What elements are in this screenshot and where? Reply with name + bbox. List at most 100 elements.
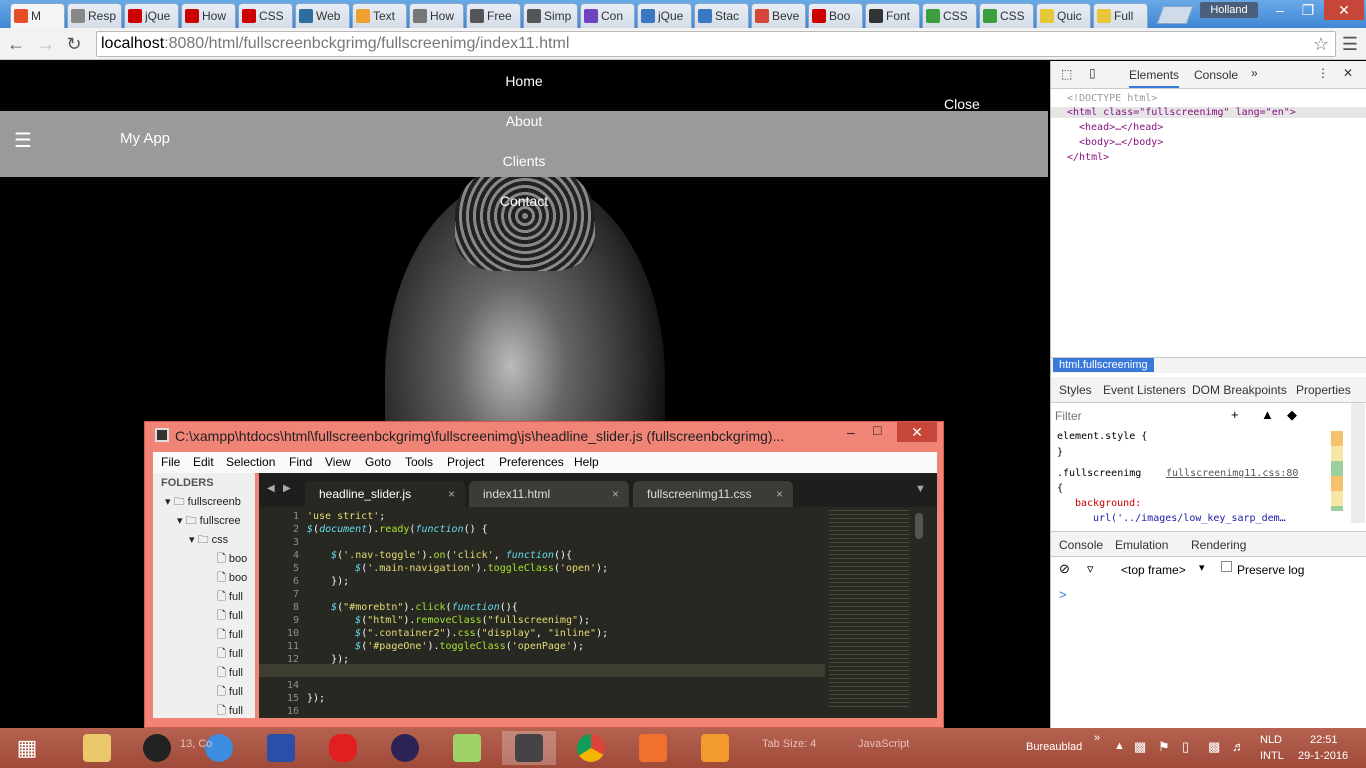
filter-icon[interactable]: ▿	[1087, 561, 1094, 577]
menu-item[interactable]: Preferences	[499, 455, 564, 469]
more-tabs-icon[interactable]: »	[1251, 66, 1258, 80]
tab-close-icon[interactable]: ×	[448, 481, 455, 507]
frame-select[interactable]: <top frame>	[1121, 563, 1186, 577]
menu-item[interactable]: File	[161, 455, 180, 469]
close-window-icon[interactable]: ✕	[1324, 0, 1364, 20]
status-syntax[interactable]: JavaScript	[858, 738, 909, 750]
clock-time[interactable]: 22:51	[1310, 734, 1338, 746]
browser-tab[interactable]: Con	[580, 3, 635, 28]
rule-source-link[interactable]: fullscreenimg11.css:80	[1166, 468, 1298, 479]
browser-tab[interactable]: Simp	[523, 3, 578, 28]
rule-value[interactable]: url('../images/low_key_sarp_dem…	[1093, 513, 1286, 524]
minimap[interactable]	[829, 507, 909, 707]
browser-tab[interactable]: Boo	[808, 3, 863, 28]
nav-link-about[interactable]: About	[464, 113, 584, 129]
menu-item[interactable]: Find	[289, 455, 312, 469]
tab-scroll-left-icon[interactable]: ◀	[267, 483, 275, 494]
clock-date[interactable]: 29-1-2016	[1298, 750, 1348, 762]
editor-tab-headline-slider[interactable]: headline_slider.js ×	[305, 481, 465, 507]
pin-icon[interactable]: ▲	[1261, 407, 1274, 422]
sublime-close-icon[interactable]: ✕	[897, 422, 937, 442]
taskbar-sublime[interactable]	[502, 731, 556, 765]
sublime-maximize-icon[interactable]: □	[873, 422, 881, 438]
toolbar-expand-icon[interactable]: »	[1094, 732, 1100, 744]
inspect-icon[interactable]: ⬚	[1061, 67, 1072, 81]
keyboard-layout[interactable]: INTL	[1260, 750, 1284, 762]
taskbar-xampp[interactable]	[626, 731, 680, 765]
styles-scrollbar[interactable]	[1351, 403, 1365, 523]
tab-event-listeners[interactable]: Event Listeners	[1103, 383, 1186, 397]
menu-item[interactable]: Goto	[365, 455, 391, 469]
nav-toggle-icon[interactable]: ☰	[14, 128, 32, 153]
tab-close-icon[interactable]: ×	[612, 481, 619, 507]
drawer-tab-rendering[interactable]: Rendering	[1191, 538, 1246, 552]
browser-tab[interactable]: Resp	[67, 3, 122, 28]
menu-item[interactable]: Tools	[405, 455, 433, 469]
chrome-menu-icon[interactable]: ☰	[1338, 32, 1362, 56]
devtools-menu-icon[interactable]: ⋮	[1317, 66, 1329, 80]
tab-dom-breakpoints[interactable]: DOM Breakpoints	[1192, 383, 1287, 397]
browser-tab[interactable]: Font	[865, 3, 920, 28]
device-mode-icon[interactable]: ▯	[1089, 66, 1096, 80]
tree-file[interactable]: 🗋 full	[217, 607, 243, 626]
menu-item[interactable]: Selection	[226, 455, 275, 469]
browser-tab[interactable]: Full	[1093, 3, 1148, 28]
language-code[interactable]: NLD	[1260, 734, 1282, 746]
address-bar[interactable]: localhost:8080/html/fullscreenbckgrimg/f…	[96, 31, 1336, 57]
taskbar-media-player[interactable]	[688, 731, 742, 765]
tree-file[interactable]: 🗋 full	[217, 702, 243, 718]
browser-tab[interactable]: M	[10, 3, 65, 28]
reload-icon[interactable]: ↻	[62, 32, 86, 56]
taskbar-chrome[interactable]	[564, 731, 618, 765]
sublime-minimize-icon[interactable]: –	[847, 424, 855, 440]
console-prompt[interactable]: >	[1059, 587, 1067, 602]
browser-tab[interactable]: CSS	[238, 3, 293, 28]
menu-item[interactable]: Edit	[193, 455, 214, 469]
forward-icon[interactable]: →	[34, 32, 58, 56]
nav-link-contact[interactable]: Contact	[464, 193, 584, 209]
tab-properties[interactable]: Properties	[1296, 383, 1351, 397]
tab-console[interactable]: Console	[1194, 68, 1238, 82]
tree-file[interactable]: 🗋 boo	[217, 550, 247, 569]
tab-styles[interactable]: Styles	[1059, 383, 1092, 397]
clear-console-icon[interactable]: ⊘	[1059, 561, 1070, 577]
user-badge[interactable]: Holland	[1200, 2, 1258, 18]
bookmark-star-icon[interactable]: ☆	[1313, 32, 1329, 56]
breadcrumb[interactable]: html.fullscreenimg	[1053, 358, 1154, 372]
tray-flag-icon[interactable]: ⚑	[1158, 739, 1170, 755]
back-icon[interactable]: ←	[4, 32, 28, 56]
browser-tab[interactable]: jQue	[637, 3, 692, 28]
menu-item[interactable]: View	[325, 455, 351, 469]
nav-link-home[interactable]: Home	[464, 73, 584, 89]
desktop-toolbar-label[interactable]: Bureaublad	[1026, 741, 1082, 753]
browser-tab[interactable]: Text	[352, 3, 407, 28]
taskbar-app-camera[interactable]	[130, 731, 184, 765]
browser-tab[interactable]: How	[409, 3, 464, 28]
taskbar-paint-app[interactable]	[316, 731, 370, 765]
browser-tab[interactable]: Quic	[1036, 3, 1091, 28]
restore-icon[interactable]: ❐	[1294, 0, 1322, 20]
styles-filter-input[interactable]	[1055, 407, 1225, 425]
close-link[interactable]: Close	[944, 96, 980, 112]
dom-body-node[interactable]: <body>…</body>	[1079, 137, 1163, 148]
dom-head-node[interactable]: <head>…</head>	[1079, 122, 1163, 133]
taskbar-save-app[interactable]	[254, 731, 308, 765]
taskbar-eclipse[interactable]	[378, 731, 432, 765]
color-format-icon[interactable]: ◆	[1287, 407, 1297, 423]
browser-tab[interactable]: Free	[466, 3, 521, 28]
tab-overflow-icon[interactable]: ▼	[915, 483, 926, 495]
browser-tab[interactable]: How	[181, 3, 236, 28]
editor-tab-css[interactable]: fullscreenimg11.css ×	[633, 481, 793, 507]
browser-tab[interactable]: CSS	[979, 3, 1034, 28]
tree-folder[interactable]: ▾ 🗀 css	[189, 531, 228, 550]
menu-item[interactable]: Help	[574, 455, 599, 469]
preserve-log-checkbox[interactable]	[1221, 561, 1232, 572]
status-tab-size[interactable]: Tab Size: 4	[762, 738, 816, 750]
dom-html-node[interactable]: <html class="fullscreenimg" lang="en">	[1051, 107, 1366, 118]
tray-overflow-icon[interactable]: ▲	[1114, 740, 1125, 752]
tree-file[interactable]: 🗋 full	[217, 626, 243, 645]
tree-file[interactable]: 🗋 full	[217, 645, 243, 664]
battery-icon[interactable]: ▯	[1182, 739, 1189, 755]
tree-file[interactable]: 🗋 boo	[217, 569, 247, 588]
editor-scrollbar[interactable]	[915, 513, 923, 539]
